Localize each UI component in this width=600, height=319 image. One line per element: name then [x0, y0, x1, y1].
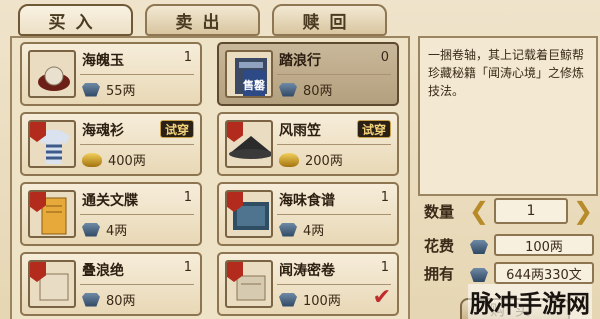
scroll-book-icon: 售罄 [225, 50, 273, 98]
item-count: 1 [183, 260, 192, 275]
shop-tabs: 买入 卖出 赎回 [18, 4, 387, 38]
striped-shirt-icon [28, 120, 76, 168]
price-value: 4两 [106, 224, 128, 239]
try-on-button[interactable]: 试穿 [357, 120, 391, 138]
tab-sell[interactable]: 卖出 [145, 4, 260, 36]
silver-coin-icon [470, 268, 488, 282]
item-card-dielangjue[interactable]: 叠浪绝 1 80两 [20, 252, 202, 316]
item-price: 80两 [279, 80, 333, 99]
divider [277, 214, 391, 215]
item-count: 1 [380, 190, 389, 205]
silver-coin-icon [82, 82, 100, 97]
try-on-button[interactable]: 试穿 [160, 120, 194, 138]
item-name: 海味食谱 [279, 193, 335, 209]
item-count: 0 [380, 50, 389, 65]
divider [277, 74, 391, 75]
item-name: 通关文牒 [82, 193, 138, 209]
item-description: 一捆卷轴，其上记载着巨鲸帮珍藏秘籍「闻涛心境」之修炼技法。 [418, 36, 598, 196]
recipe-book-icon [225, 190, 273, 238]
shop-window: 买入 卖出 赎回 海魄玉 1 55两 售罄 踏浪行 0 80两 海魂衫 试穿 4… [0, 0, 600, 319]
price-value: 200两 [305, 154, 343, 169]
item-name: 海魄玉 [82, 53, 124, 69]
jade-pearl-icon [28, 50, 76, 98]
price-value: 4两 [303, 224, 325, 239]
silver-coin-icon [470, 240, 488, 254]
divider [80, 214, 194, 215]
price-value: 55两 [106, 84, 136, 99]
owned-value: 644两330文 [494, 262, 594, 284]
straw-hat-icon [225, 120, 273, 168]
gold-ingot-icon [279, 152, 299, 167]
price-value: 100两 [303, 294, 341, 309]
item-price: 4两 [82, 220, 127, 239]
item-name: 海魂衫 [82, 123, 124, 139]
silver-coin-icon [82, 222, 100, 237]
quantity-label: 数量 [424, 203, 455, 221]
item-card-talangxing[interactable]: 售罄 踏浪行 0 80两 [217, 42, 399, 106]
item-card-fengyuli[interactable]: 风雨笠 试穿 200两 [217, 112, 399, 176]
cost-label: 花费 [424, 237, 455, 255]
item-name: 叠浪绝 [82, 263, 124, 279]
owned-label: 拥有 [424, 265, 455, 283]
quantity-increase-button[interactable]: ❯ [570, 196, 596, 226]
quantity-input[interactable]: 1 [494, 198, 568, 224]
item-price: 55两 [82, 80, 136, 99]
item-name: 闻涛密卷 [279, 263, 335, 279]
divider [80, 144, 194, 145]
item-card-haipoyu[interactable]: 海魄玉 1 55两 [20, 42, 202, 106]
divider [80, 74, 194, 75]
item-card-haihunshan[interactable]: 海魂衫 试穿 400两 [20, 112, 202, 176]
item-price: 80两 [82, 290, 136, 309]
divider [80, 284, 194, 285]
item-count: 1 [183, 50, 192, 65]
tab-redeem[interactable]: 赎回 [272, 4, 387, 36]
item-card-wentaomijuan[interactable]: 闻涛密卷 1 100两 ✔ [217, 252, 399, 316]
gold-ingot-icon [82, 152, 102, 167]
silver-coin-icon [279, 292, 297, 307]
silver-coin-icon [82, 292, 100, 307]
item-list: 海魄玉 1 55两 售罄 踏浪行 0 80两 海魂衫 试穿 400两 风雨笠 试… [10, 36, 410, 319]
price-value: 400两 [108, 154, 146, 169]
item-name: 踏浪行 [279, 53, 321, 69]
item-price: 4两 [279, 220, 324, 239]
cost-value: 100两 [494, 234, 594, 256]
item-name: 风雨笠 [279, 123, 321, 139]
item-count: 1 [380, 260, 389, 275]
divider [277, 144, 391, 145]
checkmark-icon: ✔ [372, 285, 391, 310]
silver-coin-icon [279, 222, 297, 237]
quantity-decrease-button[interactable]: ❮ [466, 196, 492, 226]
scroll-icon [28, 260, 76, 308]
item-count: 1 [183, 190, 192, 205]
silver-coin-icon [279, 82, 297, 97]
item-card-haiweishipu[interactable]: 海味食谱 1 4两 [217, 182, 399, 246]
document-icon [28, 190, 76, 238]
price-value: 80两 [303, 84, 333, 99]
item-card-tongguanwendie[interactable]: 通关文牒 1 4两 [20, 182, 202, 246]
secret-scroll-icon [225, 260, 273, 308]
watermark: 脉冲手游网 [468, 284, 592, 319]
sold-out-badge: 售罄 [243, 70, 265, 96]
price-value: 80两 [106, 294, 136, 309]
item-price: 400两 [82, 150, 146, 169]
item-price: 100两 [279, 290, 341, 309]
item-price: 200两 [279, 150, 343, 169]
tab-buy[interactable]: 买入 [18, 4, 133, 36]
